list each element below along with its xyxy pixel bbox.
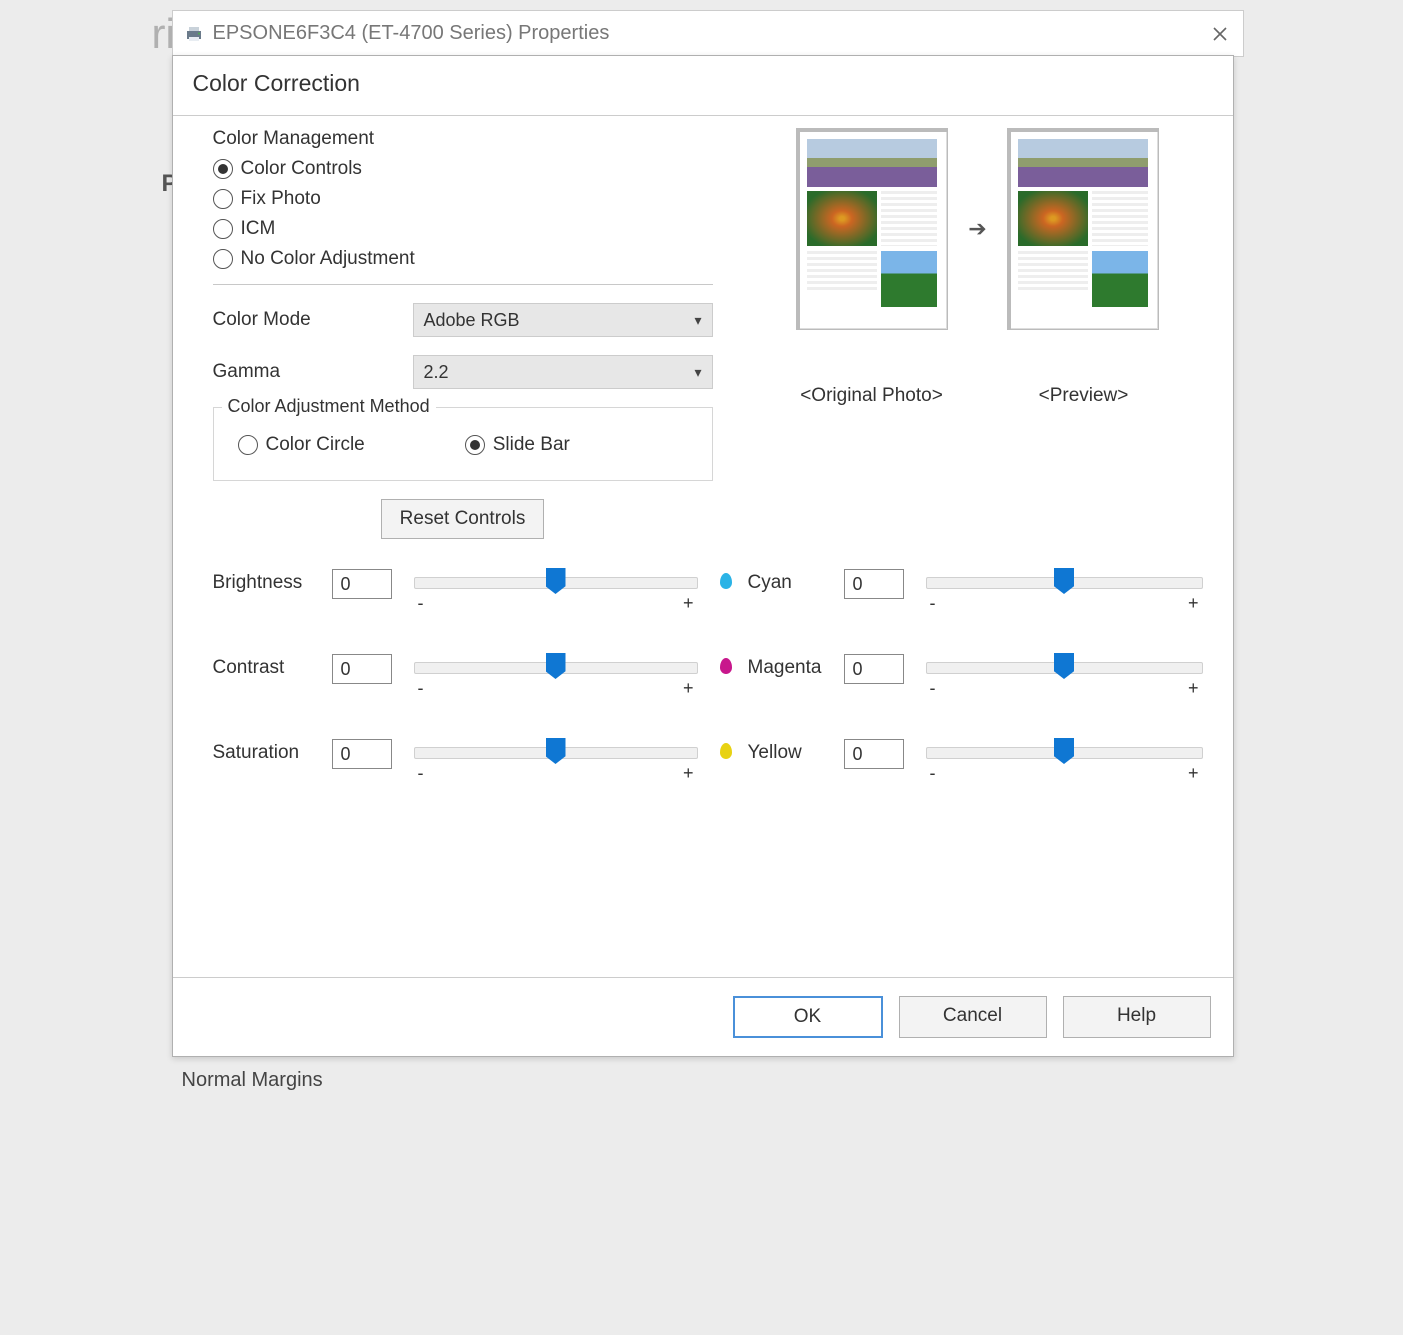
reset-controls-button[interactable]: Reset Controls (381, 499, 545, 539)
background-label: Normal Margins (182, 1069, 323, 1092)
saturation-slider[interactable] (414, 747, 698, 759)
radio-label: Color Controls (241, 158, 362, 180)
slider-thumb[interactable] (546, 568, 566, 594)
plus-label: + (683, 763, 694, 784)
plus-label: + (1188, 763, 1199, 784)
color-mode-label: Color Mode (213, 309, 413, 331)
plus-label: + (683, 678, 694, 699)
contrast-value-input[interactable]: 0 (332, 654, 392, 684)
slider-thumb[interactable] (1054, 653, 1074, 679)
slider-label: Brightness (213, 569, 318, 594)
fieldset-legend: Color Adjustment Method (222, 396, 436, 417)
dialog-button-bar: OK Cancel Help (173, 977, 1233, 1056)
radio-label: Slide Bar (493, 434, 570, 456)
color-mode-select[interactable]: Adobe RGB ▾ (413, 303, 713, 337)
color-management-label: Color Management (213, 128, 713, 150)
minus-label: - (930, 593, 936, 614)
yellow-slider-row: Yellow 0 - + (718, 739, 1203, 784)
color-correction-dialog: Color Correction Color Management Color … (172, 55, 1234, 1057)
yellow-drop-icon (718, 743, 734, 759)
minus-label: - (930, 763, 936, 784)
plus-label: + (1188, 678, 1199, 699)
slider-label: Saturation (213, 739, 318, 764)
plus-label: + (1188, 593, 1199, 614)
radio-label: ICM (241, 218, 276, 240)
radio-icon (213, 189, 233, 209)
gamma-select[interactable]: 2.2 ▾ (413, 355, 713, 389)
slider-label: Contrast (213, 654, 318, 679)
contrast-slider-row: Contrast 0 - + (213, 654, 698, 699)
slider-thumb[interactable] (546, 653, 566, 679)
radio-label: No Color Adjustment (241, 248, 415, 270)
brightness-slider-row: Brightness 0 - + (213, 569, 698, 614)
plus-label: + (683, 593, 694, 614)
radio-slide-bar[interactable]: Slide Bar (465, 434, 570, 456)
radio-icon (465, 435, 485, 455)
slider-thumb[interactable] (1054, 738, 1074, 764)
cyan-drop-icon (718, 573, 734, 589)
magenta-drop-icon (718, 658, 734, 674)
slider-thumb[interactable] (546, 738, 566, 764)
color-adjustment-method-group: Color Adjustment Method Color Circle Sli… (213, 407, 713, 481)
slider-label: Magenta (748, 654, 830, 679)
original-photo-preview (796, 128, 948, 330)
properties-window-titlebar: EPSONE6F3C4 (ET-4700 Series) Properties (172, 10, 1244, 57)
brightness-slider[interactable] (414, 577, 698, 589)
radio-label: Fix Photo (241, 188, 321, 210)
gamma-label: Gamma (213, 361, 413, 383)
radio-no-color-adjustment[interactable]: No Color Adjustment (213, 248, 713, 270)
yellow-slider[interactable] (926, 747, 1203, 759)
cancel-button[interactable]: Cancel (899, 996, 1047, 1038)
radio-icon (213, 219, 233, 239)
cyan-value-input[interactable]: 0 (844, 569, 904, 599)
minus-label: - (930, 678, 936, 699)
radio-icm[interactable]: ICM (213, 218, 713, 240)
slider-thumb[interactable] (1054, 568, 1074, 594)
radio-label: Color Circle (266, 434, 365, 456)
printer-icon (183, 23, 205, 45)
dialog-title: Color Correction (173, 56, 1233, 116)
radio-icon (238, 435, 258, 455)
magenta-slider-row: Magenta 0 - + (718, 654, 1203, 699)
minus-label: - (418, 593, 424, 614)
radio-icon (213, 249, 233, 269)
brightness-value-input[interactable]: 0 (332, 569, 392, 599)
yellow-value-input[interactable]: 0 (844, 739, 904, 769)
preview-output (1007, 128, 1159, 330)
arrow-right-icon: ➔ (968, 216, 986, 242)
saturation-slider-row: Saturation 0 - + (213, 739, 698, 784)
minus-label: - (418, 678, 424, 699)
window-title: EPSONE6F3C4 (ET-4700 Series) Properties (213, 22, 1198, 45)
close-icon[interactable] (1198, 11, 1243, 56)
slider-label: Yellow (748, 739, 830, 764)
ok-button[interactable]: OK (733, 996, 883, 1038)
cyan-slider-row: Cyan 0 - + (718, 569, 1203, 614)
help-button[interactable]: Help (1063, 996, 1211, 1038)
saturation-value-input[interactable]: 0 (332, 739, 392, 769)
select-value: 2.2 (424, 362, 449, 383)
radio-fix-photo[interactable]: Fix Photo (213, 188, 713, 210)
chevron-down-icon: ▾ (694, 364, 701, 381)
contrast-slider[interactable] (414, 662, 698, 674)
magenta-value-input[interactable]: 0 (844, 654, 904, 684)
radio-icon (213, 159, 233, 179)
cyan-slider[interactable] (926, 577, 1203, 589)
divider (213, 284, 713, 285)
radio-color-controls[interactable]: Color Controls (213, 158, 713, 180)
preview-caption: <Preview> (1009, 385, 1159, 407)
radio-color-circle[interactable]: Color Circle (238, 434, 365, 456)
slider-label: Cyan (748, 569, 830, 594)
chevron-down-icon: ▾ (694, 312, 701, 329)
magenta-slider[interactable] (926, 662, 1203, 674)
original-caption: <Original Photo> (797, 385, 947, 407)
select-value: Adobe RGB (424, 310, 520, 331)
minus-label: - (418, 763, 424, 784)
